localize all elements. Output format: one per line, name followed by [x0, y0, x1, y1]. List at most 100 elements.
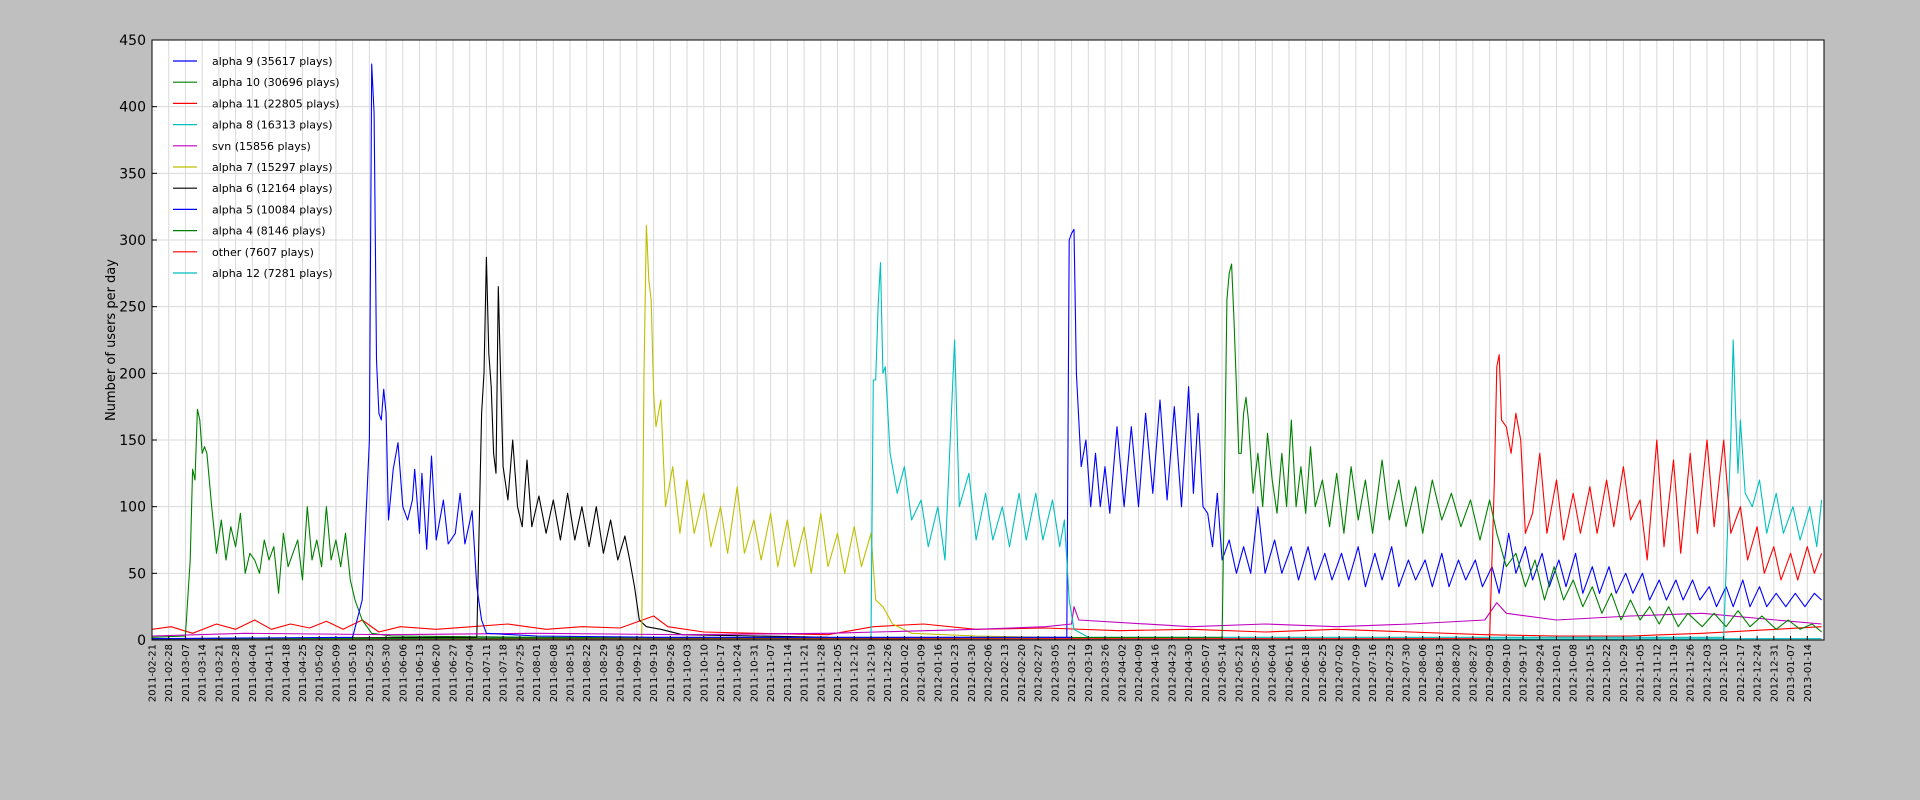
x-tick-label: 2012-04-02	[1117, 644, 1128, 702]
x-tick-label: 2012-09-24	[1535, 644, 1546, 702]
x-tick-label: 2012-01-16	[933, 644, 944, 702]
x-tick-label: 2011-10-17	[716, 644, 727, 702]
x-tick-label: 2013-01-14	[1803, 644, 1814, 702]
x-tick-label: 2011-06-06	[398, 644, 409, 702]
x-tick-label: 2011-02-21	[148, 644, 159, 702]
x-tick-label: 2011-12-05	[833, 644, 844, 702]
x-tick-label: 2012-03-12	[1067, 644, 1078, 702]
x-tick-label: 2011-07-25	[515, 644, 526, 702]
y-tick-label: 150	[119, 433, 146, 449]
y-tick-label: 50	[128, 566, 146, 582]
legend-entry: svn (15856 plays)	[212, 140, 311, 153]
x-tick-label: 2011-03-14	[198, 644, 209, 702]
x-tick-label: 2012-12-10	[1719, 644, 1730, 702]
x-axis: 2011-02-21 2011-02-28 2011-03-07 2011-03-14…	[148, 636, 1814, 702]
x-tick-label: 2012-06-04	[1268, 644, 1279, 702]
x-tick-label: 2011-03-21	[214, 644, 225, 702]
x-tick-label: 2013-01-07	[1786, 644, 1797, 702]
legend-entry: alpha 12 (7281 plays)	[212, 267, 333, 280]
x-tick-label: 2011-11-14	[783, 644, 794, 702]
x-tick-label: 2011-07-11	[482, 644, 493, 702]
x-tick-label: 2012-11-19	[1669, 644, 1680, 702]
x-tick-label: 2012-02-13	[1000, 644, 1011, 702]
x-tick-label: 2011-10-31	[749, 644, 760, 702]
x-tick-label: 2012-08-20	[1452, 644, 1463, 702]
x-tick-label: 2012-04-30	[1184, 644, 1195, 702]
legend-entry: alpha 5 (10084 plays)	[212, 203, 333, 216]
x-tick-label: 2012-12-31	[1769, 644, 1780, 702]
x-tick-label: 2011-10-03	[683, 644, 694, 702]
x-tick-label: 2012-01-09	[917, 644, 928, 702]
x-tick-label: 2011-05-16	[348, 644, 359, 702]
x-tick-label: 2012-10-22	[1602, 644, 1613, 702]
x-tick-label: 2011-06-27	[449, 644, 460, 702]
legend-entry: alpha 4 (8146 plays)	[212, 225, 326, 238]
x-tick-label: 2012-07-30	[1402, 644, 1413, 702]
y-axis-label: Number of users per day	[104, 259, 119, 421]
legend-entry: alpha 9 (35617 plays)	[212, 55, 333, 68]
x-tick-label: 2012-07-09	[1351, 644, 1362, 702]
y-tick-label: 100	[119, 500, 146, 516]
x-tick-label: 2012-02-06	[984, 644, 995, 702]
x-tick-label: 2012-07-16	[1368, 644, 1379, 702]
x-tick-label: 2012-06-25	[1318, 644, 1329, 702]
x-tick-label: 2012-11-26	[1686, 644, 1697, 702]
y-tick-label: 0	[137, 633, 146, 649]
x-tick-label: 2012-10-15	[1585, 644, 1596, 702]
legend-entry: alpha 7 (15297 plays)	[212, 161, 333, 174]
x-tick-label: 2011-08-15	[566, 644, 577, 702]
x-tick-label: 2011-06-20	[432, 644, 443, 702]
legend-entry: alpha 10 (30696 plays)	[212, 76, 340, 89]
x-tick-label: 2011-12-26	[883, 644, 894, 702]
x-tick-label: 2012-06-18	[1301, 644, 1312, 702]
x-tick-label: 2012-05-07	[1201, 644, 1212, 702]
x-tick-label: 2011-03-28	[231, 644, 242, 702]
x-tick-label: 2012-06-11	[1285, 644, 1296, 702]
x-tick-label: 2011-05-09	[331, 644, 342, 702]
x-tick-label: 2012-08-27	[1468, 644, 1479, 702]
x-tick-label: 2011-09-05	[616, 644, 627, 702]
x-tick-label: 2011-08-29	[599, 644, 610, 702]
x-tick-label: 2012-05-28	[1251, 644, 1262, 702]
x-tick-label: 2011-12-12	[850, 644, 861, 702]
y-tick-label: 250	[119, 300, 146, 316]
x-tick-label: 2012-11-05	[1636, 644, 1647, 702]
legend-entry: other (7607 plays)	[212, 246, 314, 259]
x-tick-label: 2011-10-24	[733, 644, 744, 702]
x-tick-label: 2011-05-30	[382, 644, 393, 702]
x-tick-label: 2011-04-04	[248, 644, 259, 702]
x-tick-label: 2011-12-19	[867, 644, 878, 702]
y-tick-label: 200	[119, 366, 146, 382]
x-tick-label: 2011-09-12	[632, 644, 643, 702]
x-tick-label: 2011-08-22	[582, 644, 593, 702]
x-tick-label: 2012-09-17	[1519, 644, 1530, 702]
legend-entry: alpha 11 (22805 plays)	[212, 97, 340, 110]
x-tick-label: 2012-04-23	[1167, 644, 1178, 702]
x-tick-label: 2012-01-23	[950, 644, 961, 702]
x-tick-label: 2011-05-23	[365, 644, 376, 702]
x-tick-label: 2012-08-06	[1418, 644, 1429, 702]
x-tick-label: 2012-05-21	[1234, 644, 1245, 702]
x-tick-label: 2012-09-03	[1485, 644, 1496, 702]
x-tick-label: 2011-03-07	[181, 644, 192, 702]
line-chart: 050100150200250300350400450 2011-02-21 20…	[104, 33, 1825, 702]
x-tick-label: 2012-10-29	[1619, 644, 1630, 702]
legend-entry: alpha 6 (12164 plays)	[212, 182, 333, 195]
x-tick-label: 2012-03-05	[1050, 644, 1061, 702]
x-tick-label: 2011-04-18	[281, 644, 292, 702]
x-tick-label: 2011-11-21	[800, 644, 811, 702]
x-tick-label: 2011-10-10	[699, 644, 710, 702]
legend-entry: alpha 8 (16313 plays)	[212, 119, 333, 132]
y-tick-label: 300	[119, 233, 146, 249]
x-tick-label: 2011-11-28	[816, 644, 827, 702]
x-tick-label: 2011-05-02	[315, 644, 326, 702]
x-tick-label: 2011-07-04	[465, 644, 476, 702]
x-tick-label: 2012-10-08	[1569, 644, 1580, 702]
y-tick-label: 450	[119, 33, 146, 49]
x-tick-label: 2012-01-30	[967, 644, 978, 702]
x-tick-label: 2012-07-02	[1335, 644, 1346, 702]
x-tick-label: 2012-10-01	[1552, 644, 1563, 702]
x-tick-label: 2012-08-13	[1435, 644, 1446, 702]
x-tick-label: 2012-03-26	[1101, 644, 1112, 702]
x-tick-label: 2012-05-14	[1218, 644, 1229, 702]
